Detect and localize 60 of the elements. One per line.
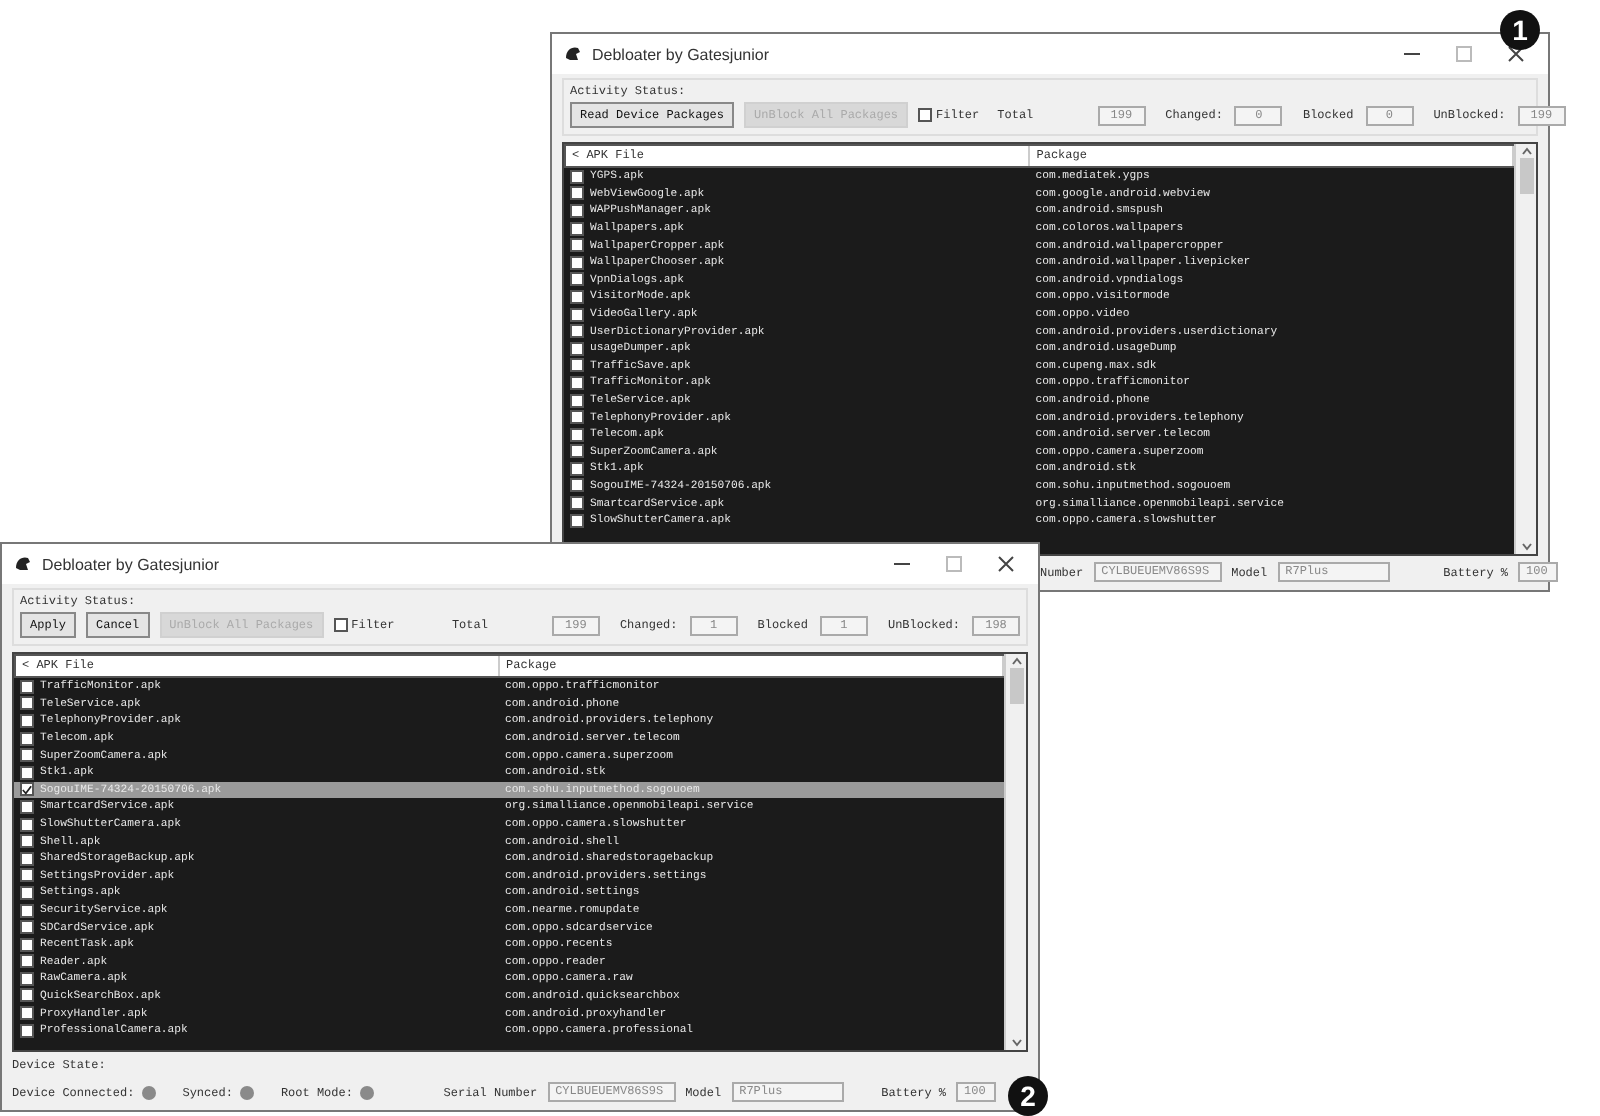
row-checkbox[interactable] [570, 358, 584, 373]
row-checkbox[interactable] [570, 375, 584, 390]
row-checkbox[interactable] [20, 1006, 34, 1021]
row-checkbox[interactable] [570, 221, 584, 236]
row-checkbox[interactable] [570, 307, 584, 322]
row-checkbox[interactable] [570, 427, 584, 442]
filter-checkbox[interactable] [918, 108, 933, 122]
row-checkbox[interactable] [20, 817, 34, 832]
row-checkbox[interactable] [570, 393, 584, 408]
row-checkbox[interactable] [570, 238, 584, 253]
row-checkbox[interactable] [570, 444, 584, 459]
row-checkbox[interactable] [20, 903, 34, 918]
window-title: Debloater by Gatesjunior [42, 555, 219, 573]
scrollbar[interactable] [1004, 654, 1026, 1050]
row-checkbox[interactable] [570, 203, 584, 218]
row-checkbox[interactable] [570, 513, 584, 528]
row-checkbox[interactable] [570, 496, 584, 511]
row-checkbox[interactable] [20, 1023, 34, 1038]
row-checkbox[interactable] [570, 410, 584, 425]
callout-badge: 1 [1500, 10, 1540, 50]
scroll-down-icon [1519, 540, 1533, 554]
close-icon[interactable] [1508, 46, 1524, 62]
callout-badge: 2 [1008, 1076, 1048, 1116]
row-checkbox[interactable] [20, 696, 34, 711]
scrollbar[interactable] [1514, 144, 1536, 554]
app-logo-icon [564, 46, 582, 62]
row-checkbox[interactable] [570, 341, 584, 356]
row-checkbox[interactable] [20, 799, 34, 814]
row-checkbox[interactable] [570, 324, 584, 339]
row-checkbox[interactable] [20, 851, 34, 866]
scroll-up-icon [1519, 144, 1533, 158]
row-checkbox[interactable] [570, 478, 584, 493]
row-checkbox[interactable] [570, 461, 584, 476]
app-logo-icon [14, 556, 32, 572]
row-checkbox[interactable] [20, 885, 34, 900]
row-checkbox[interactable] [20, 748, 34, 763]
row-checkbox[interactable] [570, 186, 584, 201]
close-icon[interactable] [998, 556, 1014, 572]
row-checkbox[interactable] [20, 713, 34, 728]
row-checkbox[interactable] [20, 868, 34, 883]
row-checkbox[interactable] [20, 679, 34, 694]
row-checkbox[interactable] [570, 272, 584, 287]
scrollbar-thumb[interactable] [1519, 158, 1533, 194]
row-checkbox[interactable] [20, 765, 34, 780]
row-checkbox[interactable] [20, 937, 34, 952]
scroll-up-icon [1009, 654, 1023, 668]
row-checkbox[interactable] [20, 954, 34, 969]
row-checkbox[interactable] [570, 169, 584, 184]
row-checkbox[interactable] [20, 971, 34, 986]
filter-checkbox[interactable] [333, 618, 348, 632]
row-checkbox[interactable] [20, 920, 34, 935]
row-checkbox[interactable] [570, 255, 584, 270]
scrollbar-thumb[interactable] [1009, 668, 1023, 704]
row-checkbox[interactable] [20, 731, 34, 746]
row-checkbox[interactable] [570, 289, 584, 304]
row-checkbox[interactable] [20, 782, 34, 797]
window-title: Debloater by Gatesjunior [592, 45, 769, 63]
row-checkbox[interactable] [20, 988, 34, 1003]
scroll-down-icon [1009, 1036, 1023, 1050]
row-checkbox[interactable] [20, 834, 34, 849]
